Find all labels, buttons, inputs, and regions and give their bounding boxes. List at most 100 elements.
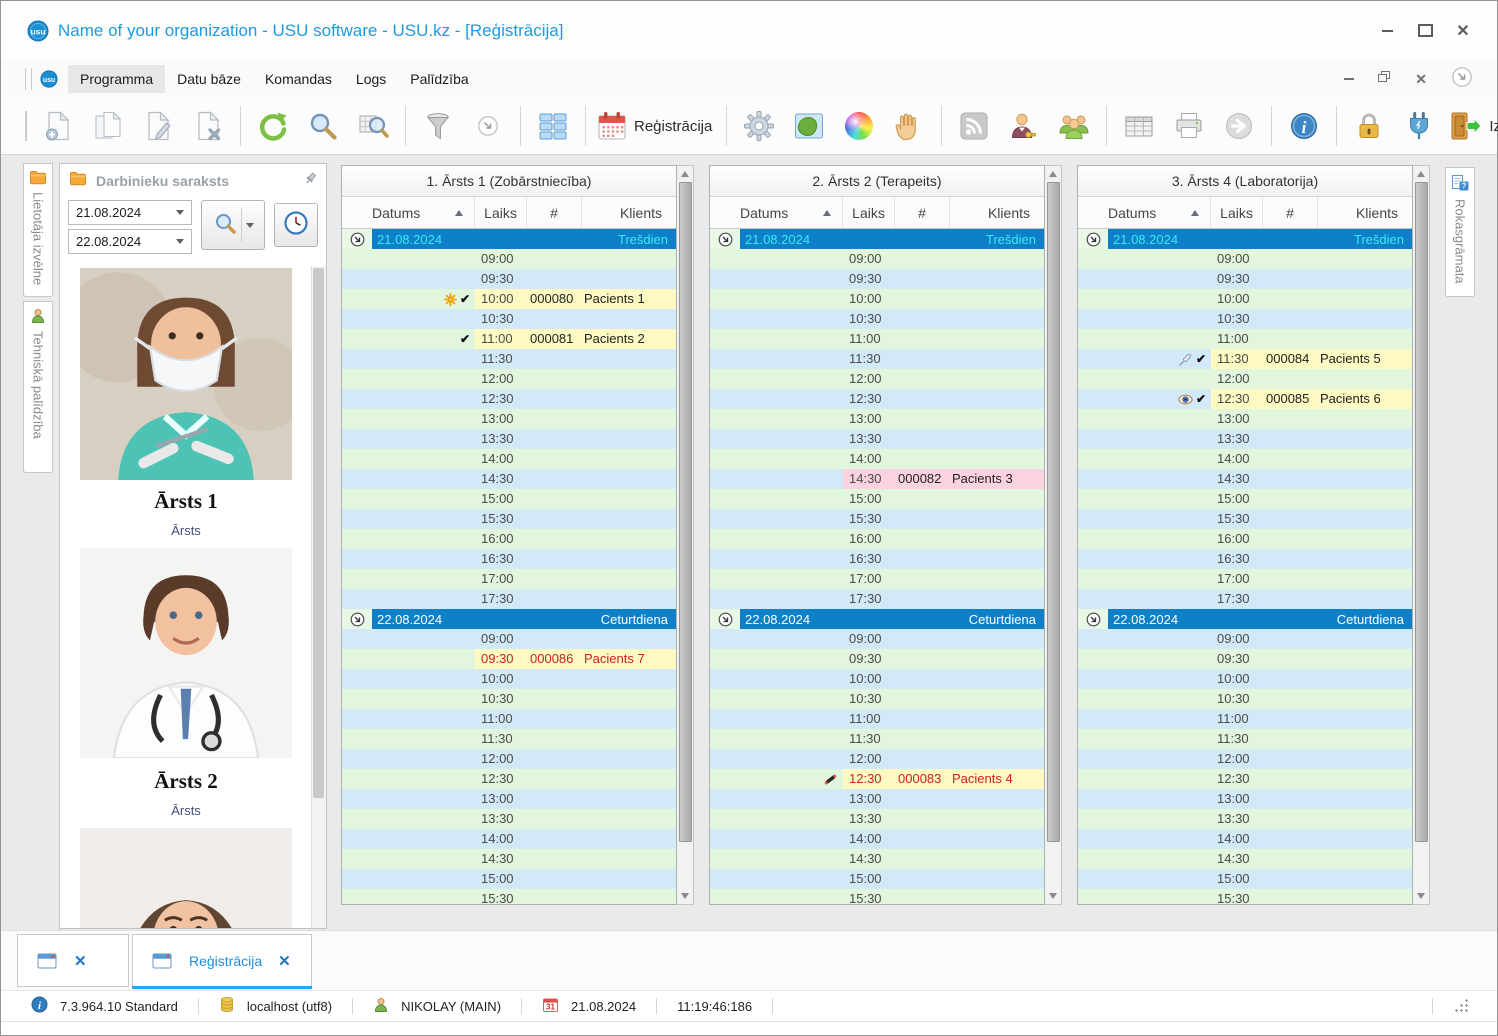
group-expand-icon[interactable] (718, 612, 733, 627)
time-slot-row[interactable]: 15:00 (1078, 869, 1412, 889)
date-group-row[interactable]: 22.08.2024 Ceturtdiena (342, 609, 676, 629)
time-slot-row[interactable]: 13:30 (1078, 429, 1412, 449)
time-slot-row[interactable]: 10:00 (1078, 289, 1412, 309)
time-slot-row[interactable]: 10:30 (710, 689, 1044, 709)
calendar-button[interactable]: Reģistrācija (593, 104, 719, 148)
menu-item-programma[interactable]: Programma (68, 65, 165, 93)
toolbar-drag-handle[interactable] (25, 111, 27, 141)
time-slot-row[interactable]: 12:00 (1078, 749, 1412, 769)
appointment-row[interactable]: 09:30 000086 Pacients 7 (342, 649, 676, 669)
time-slot-row[interactable]: 10:30 (1078, 689, 1412, 709)
doc-delete-button[interactable] (183, 104, 233, 148)
date-to-select[interactable]: 22.08.2024 (68, 229, 192, 254)
time-slot-row[interactable]: 11:30 (710, 349, 1044, 369)
doc-copy-button[interactable] (83, 104, 133, 148)
maximize-button[interactable] (1417, 24, 1433, 38)
column-header-klients[interactable]: Klients (950, 197, 1044, 228)
time-slot-row[interactable]: 14:30 (710, 849, 1044, 869)
time-slot-row[interactable]: 12:00 (342, 749, 676, 769)
column-header-datums[interactable]: Datums (1078, 197, 1211, 228)
time-slot-row[interactable]: 11:00 (1078, 329, 1412, 349)
time-slot-row[interactable]: 13:30 (710, 809, 1044, 829)
time-slot-row[interactable]: 13:30 (342, 809, 676, 829)
appointment-row[interactable]: 12:30 000083 Pacients 4 (710, 769, 1044, 789)
menu-item-pal-dz-ba[interactable]: Palīdzība (398, 65, 480, 93)
time-slot-row[interactable]: 09:00 (710, 629, 1044, 649)
time-slot-row[interactable]: 16:30 (710, 549, 1044, 569)
time-slot-row[interactable]: 17:00 (342, 569, 676, 589)
time-slot-row[interactable]: 14:00 (342, 829, 676, 849)
time-slot-row[interactable]: 12:30 (342, 389, 676, 409)
appointment-row[interactable]: ✔ 11:30 000084 Pacients 5 (1078, 349, 1412, 369)
time-slot-row[interactable]: 14:00 (710, 829, 1044, 849)
date-from-select[interactable]: 21.08.2024 (68, 200, 192, 225)
time-slot-row[interactable]: 17:30 (710, 589, 1044, 609)
time-slot-row[interactable]: 13:00 (1078, 789, 1412, 809)
side-tab-1[interactable]: Tehniskā palīdzība (23, 301, 53, 473)
time-slot-row[interactable]: 10:00 (1078, 669, 1412, 689)
chevron-small-button[interactable] (463, 104, 513, 148)
cards-button[interactable] (528, 104, 578, 148)
side-tab-0[interactable]: Lietotāja izvēlne (23, 163, 53, 297)
scroll-up-icon[interactable] (1049, 171, 1057, 177)
scroll-up-icon[interactable] (681, 171, 689, 177)
time-slot-row[interactable]: 13:00 (710, 789, 1044, 809)
minimize-button[interactable] (1379, 24, 1395, 38)
search-button[interactable] (298, 104, 348, 148)
time-slot-row[interactable]: 14:00 (342, 449, 676, 469)
time-slot-row[interactable]: 15:30 (1078, 889, 1412, 904)
appointment-row[interactable]: ✔ 12:30 000085 Pacients 6 (1078, 389, 1412, 409)
time-slot-row[interactable]: 14:30 (342, 849, 676, 869)
map-button[interactable] (784, 104, 834, 148)
time-slot-row[interactable]: 15:00 (710, 489, 1044, 509)
time-slot-row[interactable]: 12:00 (710, 369, 1044, 389)
menubar-drag-handle[interactable] (25, 68, 32, 90)
column-header-klients[interactable]: Klients (1318, 197, 1412, 228)
time-slot-row[interactable]: 13:30 (1078, 809, 1412, 829)
schedule-time-button[interactable] (274, 203, 318, 247)
employee-card[interactable] (60, 828, 312, 928)
time-slot-row[interactable]: 13:00 (342, 789, 676, 809)
users-button[interactable] (1049, 104, 1099, 148)
time-slot-row[interactable]: 16:30 (342, 549, 676, 569)
time-slot-row[interactable]: 11:30 (342, 729, 676, 749)
date-group-row[interactable]: 21.08.2024 Trešdien (1078, 229, 1412, 249)
time-slot-row[interactable]: 17:30 (342, 589, 676, 609)
printer-button[interactable] (1164, 104, 1214, 148)
scroll-down-icon[interactable] (1049, 893, 1057, 899)
right-tab-0[interactable]: ? Rokasgrāmata (1445, 167, 1475, 297)
group-expand-icon[interactable] (718, 232, 733, 247)
time-slot-row[interactable]: 13:30 (342, 429, 676, 449)
close-button[interactable]: ✕ (1455, 24, 1471, 38)
time-slot-row[interactable]: 14:00 (710, 449, 1044, 469)
resize-grip[interactable] (1453, 997, 1471, 1015)
tab-close-icon[interactable]: ✕ (278, 952, 291, 970)
scrollbar-thumb[interactable] (1415, 182, 1428, 842)
time-slot-row[interactable]: 10:30 (342, 309, 676, 329)
appointment-row[interactable]: ✔ 10:00 000080 Pacients 1 (342, 289, 676, 309)
column-header-datums[interactable]: Datums (342, 197, 475, 228)
time-slot-row[interactable]: 15:30 (342, 509, 676, 529)
time-slot-row[interactable]: 15:00 (342, 489, 676, 509)
mdi-minimize-button[interactable] (1344, 78, 1354, 80)
time-slot-row[interactable]: 14:30 (1078, 469, 1412, 489)
mdi-restore-button[interactable] (1378, 70, 1391, 88)
date-group-row[interactable]: 21.08.2024 Trešdien (342, 229, 676, 249)
menu-item-datu-b-ze[interactable]: Datu bāze (165, 65, 253, 93)
appointment-row[interactable]: 14:30 000082 Pacients 3 (710, 469, 1044, 489)
vertical-scrollbar[interactable] (1413, 165, 1430, 905)
search-table-button[interactable] (348, 104, 398, 148)
hand-button[interactable] (884, 104, 934, 148)
time-slot-row[interactable]: 13:00 (1078, 409, 1412, 429)
group-expand-icon[interactable] (1086, 612, 1101, 627)
employee-card[interactable]: Ārsts 1 Ārsts (60, 268, 312, 538)
time-slot-row[interactable]: 14:30 (342, 469, 676, 489)
gear-button[interactable] (734, 104, 784, 148)
group-expand-icon[interactable] (1086, 232, 1101, 247)
group-expand-icon[interactable] (350, 232, 365, 247)
time-slot-row[interactable]: 15:00 (1078, 489, 1412, 509)
column-header-number[interactable]: # (527, 197, 582, 228)
time-slot-row[interactable]: 15:00 (710, 869, 1044, 889)
time-slot-row[interactable]: 15:30 (342, 889, 676, 904)
time-slot-row[interactable]: 14:30 (1078, 849, 1412, 869)
